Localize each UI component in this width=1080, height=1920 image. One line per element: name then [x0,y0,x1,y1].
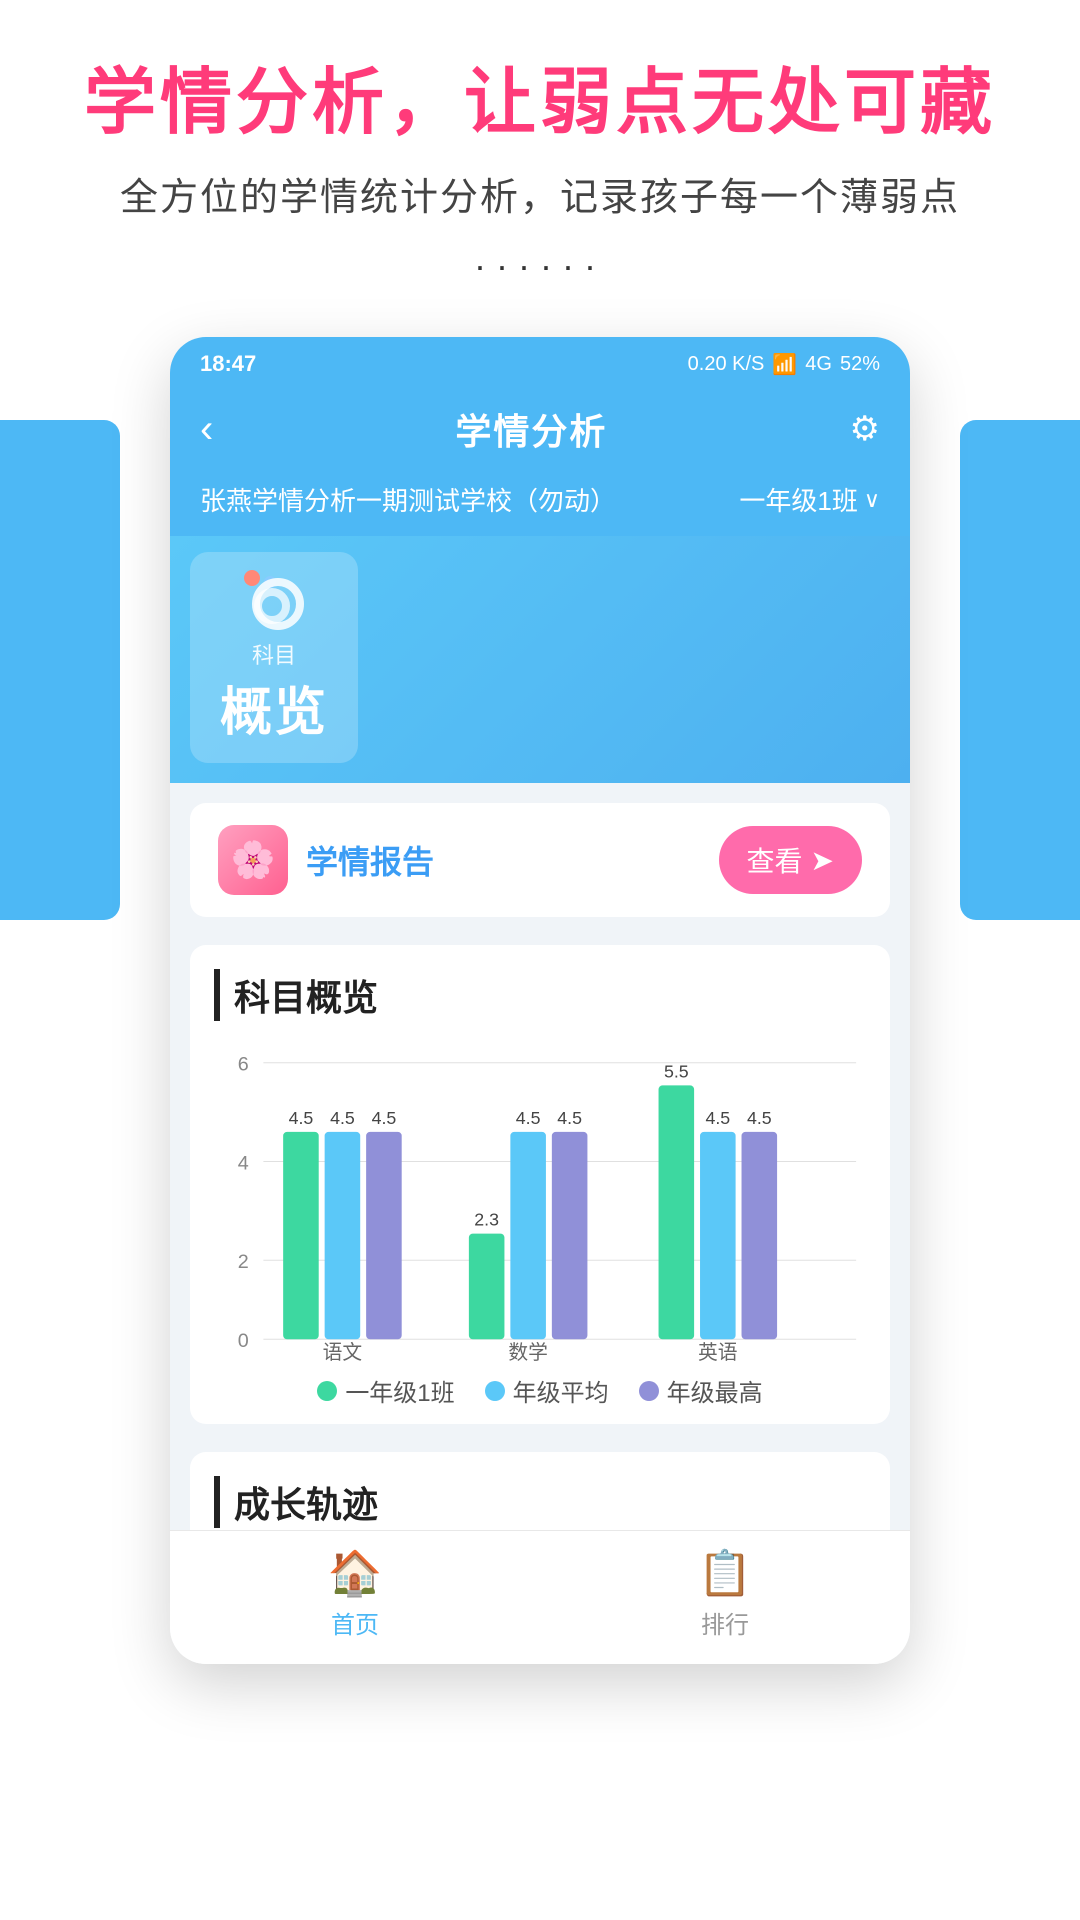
view-btn-label: 查看 [747,840,803,880]
home-label: 首页 [331,1605,379,1640]
tab-overview[interactable]: 科目 概览 [190,552,358,763]
nav-item-ranking[interactable]: 📋 排行 [698,1547,753,1640]
svg-text:语文: 语文 [323,1342,363,1361]
status-signal: 4G [805,353,832,376]
svg-text:4.5: 4.5 [516,1108,541,1128]
bar-shuxue-avg [510,1132,546,1339]
status-wifi: 📶 [772,352,797,377]
bar-yuwen-avg [325,1132,361,1339]
status-speed: 0.20 K/S [688,353,765,376]
gear-icon[interactable]: ⚙ [850,409,880,449]
side-panel-left [0,420,120,920]
school-row: 张燕学情分析一期测试学校（勿动） 一年级1班 ∨ [170,471,910,536]
status-time: 18:47 [200,351,256,377]
svg-text:2.3: 2.3 [474,1210,499,1230]
svg-text:0: 0 [238,1331,249,1353]
bottom-nav: 🏠 首页 📋 排行 [170,1530,910,1664]
bar-shuxue-class1 [469,1234,505,1340]
phone-mock: 18:47 0.20 K/S 📶 4G 52% ‹ 学情分析 ⚙ 张燕学情分析一… [170,337,910,1664]
report-label: 学情报告 [306,837,434,883]
status-battery: 52% [840,353,880,376]
class-label: 一年级1班 [739,481,857,518]
status-icons: 0.20 K/S 📶 4G 52% [688,352,880,377]
legend-class1: 一年级1班 [317,1373,454,1408]
subject-tabs: 科目 概览 [170,536,910,783]
svg-text:4: 4 [238,1153,249,1175]
ranking-label: 排行 [701,1605,749,1640]
tab-overview-value: 概览 [220,670,328,745]
chevron-down-icon: ∨ [864,487,880,513]
view-report-button[interactable]: 查看 ➤ [719,826,862,894]
legend-label-class1: 一年级1班 [345,1373,454,1408]
legend-dot-class1 [317,1381,337,1401]
bar-yuwen-max [366,1132,402,1339]
svg-text:4.5: 4.5 [747,1108,772,1128]
legend-dot-max [639,1381,659,1401]
status-bar: 18:47 0.20 K/S 📶 4G 52% [170,337,910,387]
school-name: 张燕学情分析一期测试学校（勿动） [200,481,616,518]
svg-text:4.5: 4.5 [557,1108,582,1128]
legend-label-max: 年级最高 [667,1373,763,1408]
svg-text:4.5: 4.5 [705,1108,730,1128]
bar-yingyu-max [742,1132,778,1339]
chart-legend: 一年级1班 年级平均 年级最高 [214,1373,866,1408]
svg-text:4.5: 4.5 [372,1108,397,1128]
svg-text:2: 2 [238,1252,249,1274]
chart-title: 科目概览 [214,969,866,1021]
tab-icon [244,570,304,630]
side-panel-right [960,420,1080,920]
growth-title: 成长轨迹 [214,1476,866,1528]
svg-text:4.5: 4.5 [330,1108,355,1128]
nav-bar: ‹ 学情分析 ⚙ [170,387,910,471]
bar-yingyu-class1 [659,1086,695,1340]
legend-max: 年级最高 [639,1373,763,1408]
svg-text:5.5: 5.5 [664,1062,689,1082]
legend-label-avg: 年级平均 [513,1373,609,1408]
chart-area: 6 4 2 0 4.5 4.5 [214,1041,866,1361]
nav-title: 学情分析 [455,403,607,455]
report-left: 🌸 学情报告 [218,825,434,895]
bar-shuxue-max [552,1132,588,1339]
report-card: 🌸 学情报告 查看 ➤ [190,803,890,917]
bar-yingyu-avg [700,1132,736,1339]
class-selector[interactable]: 一年级1班 ∨ [739,481,880,518]
report-icon: 🌸 [218,825,288,895]
legend-dot-avg [485,1381,505,1401]
sub-title: 全方位的学情统计分析，记录孩子每一个薄弱点 [40,166,1040,221]
view-btn-arrow: ➤ [811,844,834,877]
dots: ······ [40,245,1040,287]
tab-subject-label: 科目 [252,638,296,670]
ranking-icon: 📋 [698,1547,753,1599]
svg-text:数学: 数学 [508,1342,548,1361]
svg-text:4.5: 4.5 [289,1108,314,1128]
legend-avg: 年级平均 [485,1373,609,1408]
nav-item-home[interactable]: 🏠 首页 [328,1547,383,1640]
bar-yuwen-class1 [283,1132,319,1339]
svg-text:6: 6 [238,1054,249,1076]
home-icon: 🏠 [328,1547,383,1599]
bar-chart-svg: 6 4 2 0 4.5 4.5 [214,1041,866,1361]
dot-pink [244,570,260,586]
main-title: 学情分析，让弱点无处可藏 [40,60,1040,146]
back-button[interactable]: ‹ [200,407,213,452]
chart-section: 科目概览 6 4 2 0 4.5 [190,945,890,1424]
svg-text:英语: 英语 [698,1342,738,1361]
